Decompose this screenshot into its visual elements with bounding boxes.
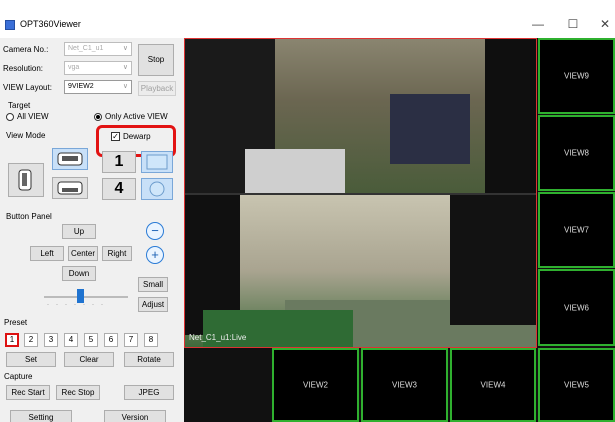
- only-active-view-label: Only Active VIEW: [105, 112, 168, 121]
- jpeg-button[interactable]: JPEG: [124, 385, 174, 400]
- only-active-view-radio[interactable]: [94, 113, 102, 121]
- view7-label: VIEW7: [564, 225, 589, 235]
- preset-set-button[interactable]: Set: [6, 352, 56, 367]
- main-camera-view[interactable]: Net_C1_u1:Live: [184, 38, 537, 348]
- view2-tile[interactable]: VIEW2: [272, 348, 359, 422]
- view8-label: VIEW8: [564, 148, 589, 158]
- view9-tile[interactable]: VIEW9: [538, 38, 615, 114]
- scene-wall-right: [485, 39, 536, 193]
- right-button[interactable]: Right: [102, 246, 132, 261]
- title-bar: OPT360Viewer — ☐ ✕: [0, 0, 615, 38]
- scene-shelf: [390, 94, 470, 164]
- single-view-label: 1: [114, 153, 124, 170]
- layout-select[interactable]: 9VIEW2 ∨: [64, 80, 132, 94]
- resolution-label: Resolution:: [3, 64, 44, 73]
- app-icon: [5, 20, 15, 30]
- down-button[interactable]: Down: [62, 266, 96, 281]
- camera-live-label: Net_C1_u1:Live: [189, 333, 247, 342]
- version-button[interactable]: Version: [104, 410, 166, 422]
- up-button[interactable]: Up: [62, 224, 96, 239]
- button-panel-title: Button Panel: [6, 212, 52, 221]
- view3-label: VIEW3: [392, 380, 417, 390]
- zoom-in-icon[interactable]: +: [146, 246, 164, 264]
- view5-label: VIEW5: [564, 380, 589, 390]
- single-view-button[interactable]: 1: [102, 151, 136, 173]
- quad-view-label: 4: [114, 180, 124, 197]
- capture-title: Capture: [4, 372, 33, 381]
- playback-button[interactable]: Playback: [138, 81, 176, 96]
- preset-5[interactable]: 5: [84, 333, 98, 347]
- view-mode-title: View Mode: [6, 131, 46, 140]
- panorama-icon: [57, 152, 83, 166]
- rec-start-button[interactable]: Rec Start: [6, 385, 50, 400]
- all-view-radio[interactable]: [6, 113, 14, 121]
- view6-tile[interactable]: VIEW6: [538, 269, 615, 346]
- camera-label: Camera No.:: [3, 45, 49, 54]
- camera-view-upper: [185, 39, 536, 193]
- view9-label: VIEW9: [564, 71, 589, 81]
- camera-view-lower: [185, 195, 536, 347]
- split-icon: [146, 154, 168, 170]
- view7-tile[interactable]: VIEW7: [538, 192, 615, 268]
- view3-tile[interactable]: VIEW3: [361, 348, 448, 422]
- preset-6[interactable]: 6: [104, 333, 118, 347]
- view6-label: VIEW6: [564, 303, 589, 312]
- setting-button[interactable]: Setting: [10, 410, 72, 422]
- view4-tile[interactable]: VIEW4: [450, 348, 536, 422]
- left-button[interactable]: Left: [30, 246, 64, 261]
- fisheye-view-button[interactable]: [8, 163, 44, 197]
- resolution-select[interactable]: vga ∨: [64, 61, 132, 75]
- close-button[interactable]: ✕: [595, 15, 615, 33]
- view8-tile[interactable]: VIEW8: [538, 115, 615, 191]
- preset-1[interactable]: 1: [5, 333, 19, 347]
- minimize-button[interactable]: —: [528, 15, 548, 33]
- adjust-button[interactable]: Adjust: [138, 297, 168, 312]
- rec-stop-button[interactable]: Rec Stop: [56, 385, 100, 400]
- preset-3[interactable]: 3: [44, 333, 58, 347]
- zoom-out-icon[interactable]: −: [146, 222, 164, 240]
- speed-slider-thumb[interactable]: [77, 289, 84, 303]
- preset-2[interactable]: 2: [24, 333, 38, 347]
- split-view-button[interactable]: [141, 151, 173, 173]
- preset-clear-button[interactable]: Clear: [64, 352, 114, 367]
- maximize-button[interactable]: ☐: [563, 15, 583, 33]
- preset-8[interactable]: 8: [144, 333, 158, 347]
- small-button[interactable]: Small: [138, 277, 168, 292]
- view5-tile[interactable]: VIEW5: [538, 348, 615, 422]
- preset-title: Preset: [4, 318, 28, 327]
- preset-7[interactable]: 7: [124, 333, 138, 347]
- window-title: OPT360Viewer: [20, 19, 81, 29]
- speed-slider-track[interactable]: [44, 296, 128, 298]
- rotate-button[interactable]: Rotate: [124, 352, 174, 367]
- preset-4[interactable]: 4: [64, 333, 78, 347]
- view4-label: VIEW4: [480, 380, 506, 390]
- view2-label: VIEW2: [303, 380, 328, 390]
- all-view-label: All VIEW: [17, 112, 49, 121]
- target-title: Target: [8, 101, 31, 110]
- scene-desk: [245, 149, 345, 193]
- fisheye-icon: [18, 169, 32, 191]
- slider-ticks: ·······: [47, 302, 110, 308]
- layout-label: VIEW Layout:: [3, 83, 52, 92]
- center-button[interactable]: Center: [68, 246, 98, 261]
- circle-icon: [149, 181, 165, 197]
- panorama-top-button[interactable]: [52, 148, 88, 170]
- panorama-bottom-button[interactable]: [52, 177, 88, 199]
- stop-button[interactable]: Stop: [138, 44, 174, 76]
- scene-curtain-right: [450, 195, 536, 325]
- camera-select[interactable]: Net_C1_u1 ∨: [64, 42, 132, 56]
- panorama-double-icon: [57, 181, 83, 195]
- circle-view-button[interactable]: [141, 178, 173, 200]
- quad-view-button[interactable]: 4: [102, 178, 136, 200]
